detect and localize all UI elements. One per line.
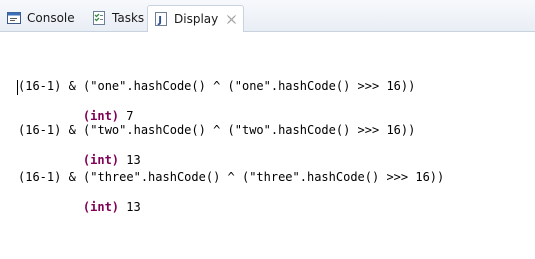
result-type: (int) bbox=[82, 200, 120, 214]
tab-display[interactable]: J Display bbox=[147, 5, 245, 32]
result-type: (int) bbox=[82, 109, 120, 123]
result-value: 13 bbox=[126, 153, 141, 167]
expression-line: (16-1) & ("three".hashCode() ^ ("three".… bbox=[18, 170, 445, 184]
display-editor[interactable]: (16-1) & ("one".hashCode() ^ ("one".hash… bbox=[0, 32, 535, 259]
tasks-icon bbox=[91, 10, 107, 26]
tab-console[interactable]: Console bbox=[6, 6, 75, 30]
close-icon[interactable] bbox=[226, 14, 237, 25]
tab-display-label: Display bbox=[174, 12, 219, 26]
tab-console-label: Console bbox=[27, 11, 75, 25]
console-icon bbox=[6, 10, 22, 26]
result-value: 13 bbox=[126, 200, 141, 214]
tab-tasks-label: Tasks bbox=[112, 11, 145, 25]
svg-text:J: J bbox=[157, 15, 162, 26]
display-view-icon: J bbox=[153, 11, 169, 27]
view-tab-bar: Console Tasks J Display bbox=[0, 0, 535, 32]
expression-line: (16-1) & ("one".hashCode() ^ ("one".hash… bbox=[18, 79, 416, 93]
evaluation-result: (int) 13 bbox=[54, 185, 141, 230]
expression-line: (16-1) & ("two".hashCode() ^ ("two".hash… bbox=[18, 123, 416, 137]
result-type: (int) bbox=[82, 153, 120, 167]
result-value: 7 bbox=[126, 109, 134, 123]
tab-tasks[interactable]: Tasks bbox=[91, 6, 144, 30]
text-caret bbox=[17, 80, 18, 95]
